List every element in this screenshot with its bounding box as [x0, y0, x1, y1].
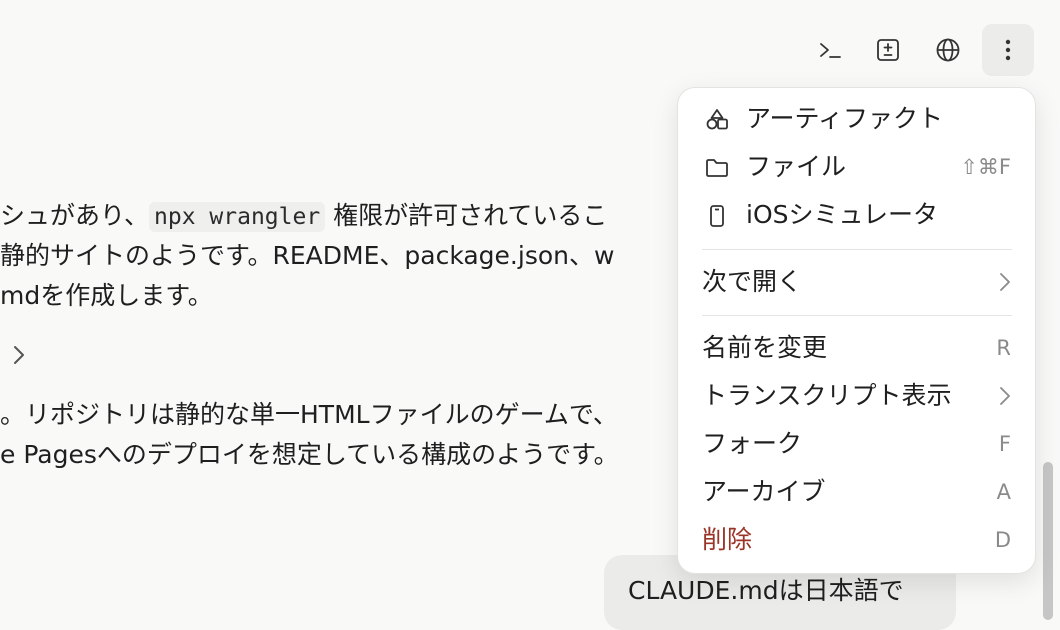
menu-item-files[interactable]: ファイル ⇧⌘F	[678, 145, 1035, 189]
menu-item-label: ファイル	[746, 152, 847, 181]
more-options-menu: アーティファクト ファイル ⇧⌘F iOSシミュレータ 次で開く 名前を変更 R…	[677, 87, 1036, 574]
menu-item-label: トランスクリプト表示	[702, 381, 952, 410]
menu-item-ios-simulator[interactable]: iOSシミュレータ	[678, 193, 1035, 237]
menu-item-label: iOSシミュレータ	[746, 200, 938, 229]
menu-item-label: 削除	[702, 525, 753, 554]
message-line: シュがあり、 npx wrangler 権限が許可されているこ	[0, 198, 607, 235]
inline-code: npx wrangler	[149, 202, 326, 232]
message-text: 権限が許可されているこ	[325, 201, 608, 230]
menu-item-label: アーカイブ	[702, 477, 826, 506]
shortcut-hint: F	[998, 432, 1011, 456]
menu-item-label: フォーク	[702, 429, 803, 458]
artifact-icon	[706, 109, 728, 130]
scrollbar[interactable]	[1043, 462, 1053, 620]
message-text: シュがあり、	[0, 201, 150, 230]
folder-icon	[706, 159, 728, 177]
shortcut-hint: D	[994, 528, 1011, 552]
phone-icon	[710, 205, 724, 227]
message-line: mdを作成します。	[0, 281, 213, 310]
chevron-right-icon[interactable]	[10, 340, 30, 370]
message-line: 。リポジトリは静的な単一HTMLファイルのゲームで、	[0, 400, 618, 429]
menu-item-transcript[interactable]: トランスクリプト表示	[678, 374, 1035, 418]
menu-divider	[702, 315, 1012, 316]
menu-item-label: 次で開く	[702, 267, 803, 296]
menu-item-artifact[interactable]: アーティファクト	[678, 97, 1035, 141]
chevron-right-icon	[1000, 273, 1010, 291]
menu-item-label: 名前を変更	[702, 333, 828, 362]
menu-item-fork[interactable]: フォーク F	[678, 422, 1035, 466]
menu-item-archive[interactable]: アーカイブ A	[678, 470, 1035, 514]
shortcut-hint: ⇧⌘F	[960, 155, 1011, 179]
menu-item-delete[interactable]: 削除 D	[678, 518, 1035, 562]
message-line: 静的サイトのようです。README、package.json、w	[0, 241, 615, 270]
shortcut-hint: R	[996, 336, 1011, 360]
menu-item-label: アーティファクト	[746, 104, 944, 133]
message-line: e Pagesへのデプロイを想定している構成のようです。	[0, 440, 619, 469]
menu-item-open-in[interactable]: 次で開く	[678, 260, 1035, 304]
shortcut-hint: A	[996, 480, 1011, 504]
chevron-right-icon	[1000, 387, 1010, 405]
menu-item-rename[interactable]: 名前を変更 R	[678, 326, 1035, 370]
user-message-text: CLAUDE.mdは日本語で	[628, 576, 904, 605]
menu-divider	[702, 249, 1012, 250]
